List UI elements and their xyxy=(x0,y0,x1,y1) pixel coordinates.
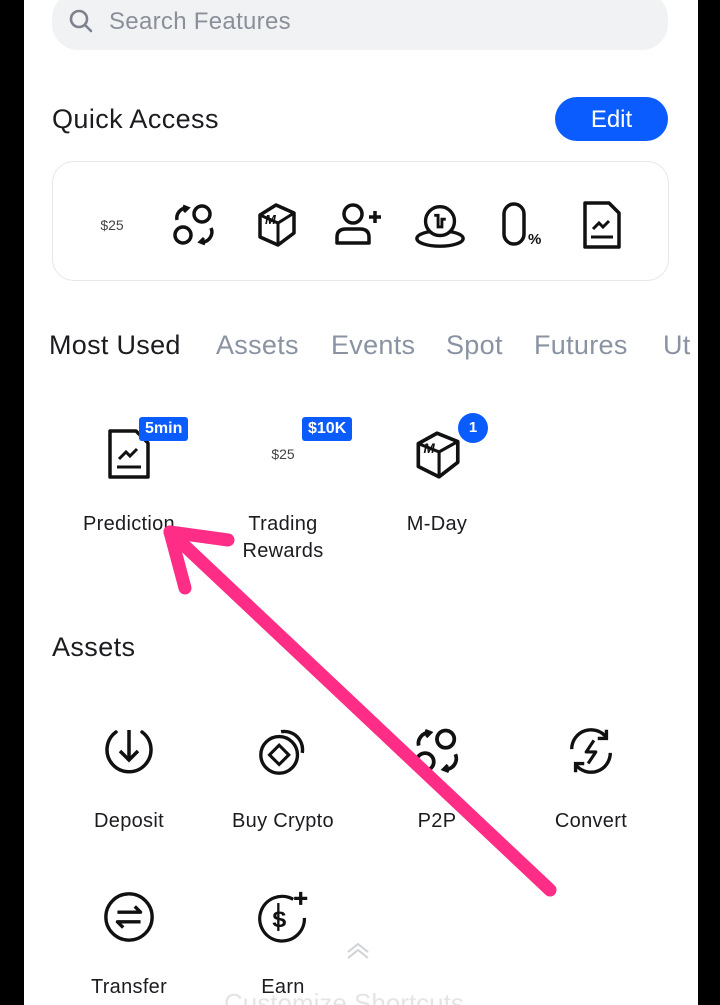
p2p-icon xyxy=(414,728,459,774)
feature-label: Prediction xyxy=(83,513,175,535)
add-user-icon xyxy=(335,203,381,245)
category-tabs: Most Used Assets Events Spot Futures Ut xyxy=(49,330,698,370)
quick-p2p[interactable] xyxy=(167,198,221,252)
feature-label: Trading Rewards xyxy=(242,513,324,562)
feature-m-day[interactable]: M 1 M-Day xyxy=(362,413,512,538)
prediction-icon xyxy=(583,201,621,249)
tab-events[interactable]: Events xyxy=(331,330,415,361)
feature-transfer[interactable]: Transfer xyxy=(54,890,204,1001)
search-icon xyxy=(69,9,93,33)
feature-prediction[interactable]: 5min Prediction xyxy=(54,417,204,538)
earn-icon: S xyxy=(258,891,308,943)
svg-text:%: % xyxy=(528,231,541,248)
quick-launchpool[interactable] xyxy=(413,198,467,252)
badge-5min: 5min xyxy=(139,417,189,441)
feature-label: Deposit xyxy=(94,810,164,832)
features-panel: Search Features Quick Access Edit $25 M … xyxy=(24,0,698,1005)
convert-icon xyxy=(570,728,612,774)
search-bar[interactable]: Search Features xyxy=(52,0,668,50)
search-placeholder: Search Features xyxy=(109,8,291,35)
tab-assets[interactable]: Assets xyxy=(216,330,299,361)
zero-fee-icon: % xyxy=(502,202,541,248)
trading-rewards-amount: $25 xyxy=(100,217,124,233)
feature-earn[interactable]: S Earn xyxy=(208,890,358,1001)
feature-trading-rewards[interactable]: $25 $10K Trading Rewards xyxy=(208,417,358,565)
quick-access-bar: $25 M % xyxy=(52,161,669,281)
feature-buy-crypto[interactable]: Buy Crypto xyxy=(208,724,358,835)
m-day-icon: M xyxy=(258,203,296,247)
quick-zero-fee[interactable]: % xyxy=(495,198,549,252)
feature-label: M-Day xyxy=(406,513,468,535)
edit-button[interactable]: Edit xyxy=(555,97,668,141)
quick-trading-rewards[interactable]: $25 xyxy=(85,198,139,252)
chevron-up-icon[interactable] xyxy=(344,940,372,960)
tab-futures[interactable]: Futures xyxy=(534,330,628,361)
quick-add-user[interactable] xyxy=(331,198,385,252)
feature-label: P2P xyxy=(417,810,457,832)
tab-spot[interactable]: Spot xyxy=(446,330,503,361)
buy-crypto-icon xyxy=(259,729,305,775)
quick-prediction[interactable] xyxy=(575,198,629,252)
tab-utilities[interactable]: Ut xyxy=(663,330,691,361)
deposit-icon xyxy=(105,730,153,774)
feature-deposit[interactable]: Deposit xyxy=(54,724,204,835)
assets-section-title: Assets xyxy=(52,632,136,662)
m-day-icon: M xyxy=(416,431,460,479)
notification-badge: 1 xyxy=(458,413,488,443)
feature-label: Convert xyxy=(554,810,628,832)
quick-m-day[interactable]: M xyxy=(249,198,303,252)
tab-most-used[interactable]: Most Used xyxy=(49,330,181,361)
svg-text:M: M xyxy=(265,212,277,227)
svg-text:M: M xyxy=(424,441,436,456)
badge-10k: $10K xyxy=(302,417,353,441)
trading-rewards-icon: $25 xyxy=(271,446,295,462)
bottom-hint: Customize Shortcuts xyxy=(224,988,464,1005)
launchpool-icon xyxy=(415,204,465,248)
p2p-icon xyxy=(173,204,214,246)
feature-convert[interactable]: Convert xyxy=(516,724,666,835)
feature-label: Buy Crypto xyxy=(232,810,334,832)
feature-label: Transfer xyxy=(90,976,168,998)
feature-p2p[interactable]: P2P xyxy=(362,724,512,835)
transfer-icon xyxy=(104,892,154,942)
quick-access-title: Quick Access xyxy=(52,104,219,134)
